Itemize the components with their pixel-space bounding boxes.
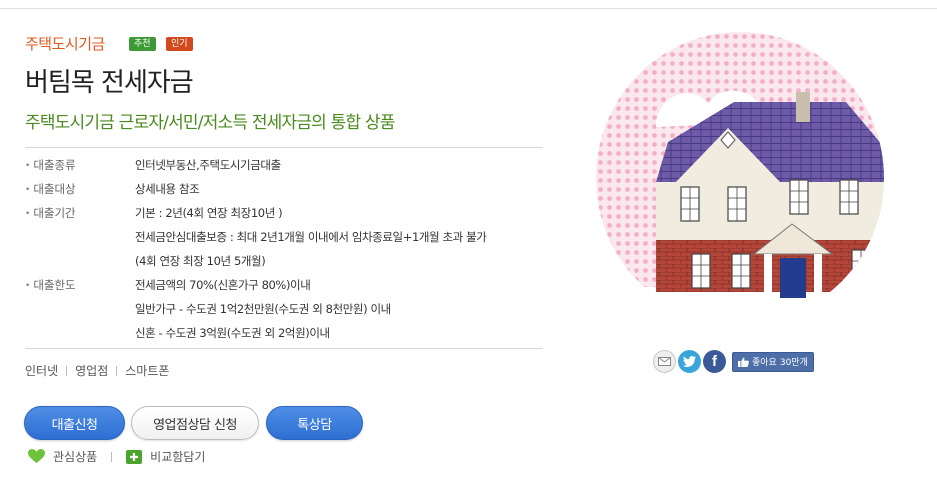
divider [25, 348, 543, 349]
detail-label: 대출종류 [25, 157, 75, 173]
detail-value: 인터넷부동산,주택도시기금대출 [135, 158, 281, 172]
divider [25, 147, 543, 148]
email-share-button[interactable] [653, 350, 676, 373]
channel-branch: 영업점 [75, 364, 109, 378]
channel-list: 인터넷 영업점 스마트폰 [25, 362, 169, 379]
detail-label: 대출기간 [25, 205, 75, 221]
detail-label: 대출대상 [25, 181, 75, 197]
like-label: 좋아요 [752, 358, 777, 368]
detail-value: 전세금안심대출보증 : 최대 2년1개월 이내에서 임차종료일+1개월 초과 불… [135, 230, 487, 244]
channel-separator [66, 365, 68, 376]
detail-value: 상세내용 참조 [135, 182, 200, 196]
heart-icon [28, 449, 45, 464]
link-separator [111, 451, 113, 462]
top-divider [0, 8, 937, 9]
channel-smartphone: 스마트폰 [125, 364, 170, 378]
channel-separator [116, 365, 118, 376]
channel-internet: 인터넷 [25, 364, 59, 378]
facebook-icon: f [712, 353, 717, 370]
detail-value: 일반가구 - 수도권 1억2천만원(수도권 외 8천만원) 이내 [135, 302, 391, 316]
detail-value: 신혼 - 수도권 3억원(수도권 외 2억원)이내 [135, 326, 330, 340]
plus-box-icon [126, 449, 143, 464]
recommend-badge: 추천 [129, 37, 156, 51]
email-icon [658, 357, 671, 366]
product-category: 주택도시기금 [25, 35, 105, 53]
apply-loan-button[interactable]: 대출신청 [24, 406, 125, 440]
chat-consult-button[interactable]: 톡상담 [266, 406, 363, 440]
product-subtitle: 주택도시기금 근로자/서민/저소득 전세자금의 통합 상품 [25, 113, 395, 133]
product-title: 버팀목 전세자금 [25, 68, 194, 98]
thumbs-up-icon [738, 357, 749, 367]
interest-product-link[interactable]: 관심상품 [28, 448, 97, 465]
branch-consult-button[interactable]: 영업점상담 신청 [131, 406, 259, 440]
like-count: 30만개 [779, 358, 808, 368]
detail-label: 대출한도 [25, 277, 75, 293]
twitter-icon [683, 356, 696, 367]
compare-add-link[interactable]: 비교함담기 [126, 448, 205, 465]
bottom-links: 관심상품 비교함담기 [28, 448, 205, 465]
compare-add-label: 비교함담기 [150, 450, 206, 464]
facebook-like-button[interactable]: 좋아요 30만개 [732, 351, 814, 372]
popular-badge: 인기 [166, 37, 193, 51]
detail-value: (4회 연장 최장 10년 5개월) [135, 254, 266, 268]
detail-value: 기본 : 2년(4회 연장 최장10년 ) [135, 206, 283, 220]
detail-value: 전세금액의 70%(신혼가구 80%)이내 [135, 278, 311, 292]
share-bar: f 좋아요 30만개 [653, 350, 814, 373]
twitter-share-button[interactable] [678, 350, 701, 373]
interest-product-label: 관심상품 [53, 450, 98, 464]
house-illustration [596, 32, 884, 324]
facebook-share-button[interactable]: f [703, 350, 726, 373]
